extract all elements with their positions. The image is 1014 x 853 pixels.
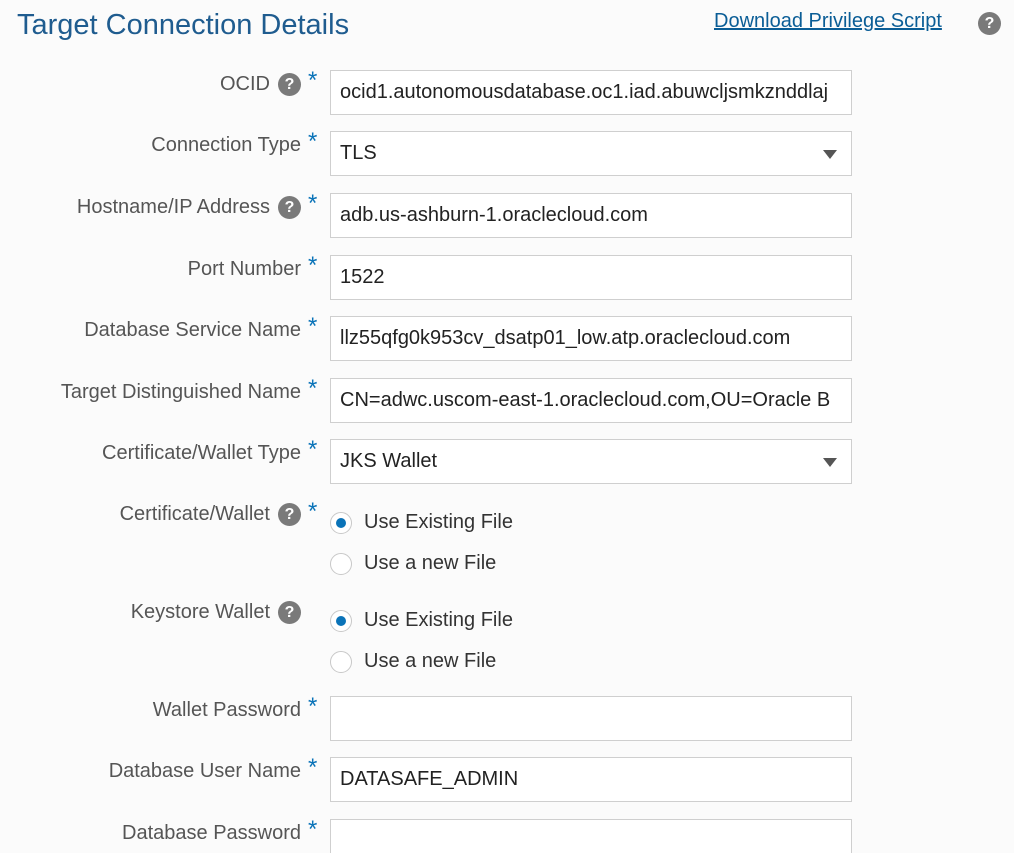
distinguished-name-input[interactable] — [330, 378, 852, 423]
connection-type-select[interactable]: TLS — [330, 131, 852, 176]
wallet-password-label-text: Wallet Password — [152, 699, 301, 721]
required-asterisk: * — [308, 816, 318, 843]
db-password-label-text: Database Password — [122, 822, 301, 844]
required-asterisk: * — [308, 128, 318, 155]
required-asterisk: * — [308, 498, 318, 525]
wallet-password-input-value[interactable] — [340, 697, 842, 740]
radio-checked-icon[interactable] — [330, 511, 352, 534]
db-user-label: Database User Name — [109, 760, 301, 783]
required-asterisk: * — [308, 436, 318, 463]
wallet-type-value: JKS Wallet — [340, 450, 438, 472]
ocid-input[interactable] — [330, 70, 852, 115]
radio-label: Use Existing File — [364, 609, 513, 631]
keystore-wallet-existing-radio[interactable]: Use Existing File — [330, 609, 513, 632]
wallet-type-select[interactable]: JKS Wallet — [330, 439, 852, 484]
radio-unchecked-icon[interactable] — [330, 552, 352, 575]
certificate-wallet-existing-radio[interactable]: Use Existing File — [330, 511, 513, 534]
required-asterisk: * — [308, 754, 318, 781]
service-name-input-value[interactable] — [340, 317, 842, 360]
required-asterisk: * — [308, 693, 318, 720]
db-password-input-value[interactable] — [340, 820, 842, 853]
port-label: Port Number — [188, 258, 301, 281]
wallet-type-label-text: Certificate/Wallet Type — [102, 442, 301, 464]
ocid-input-value[interactable] — [340, 71, 842, 114]
db-user-input[interactable] — [330, 757, 852, 802]
required-asterisk: * — [308, 190, 318, 217]
connection-type-value: TLS — [340, 142, 377, 164]
distinguished-name-label: Target Distinguished Name — [61, 381, 301, 404]
ocid-label: OCID ? — [220, 73, 301, 96]
service-name-label: Database Service Name — [84, 319, 301, 342]
radio-unchecked-icon[interactable] — [330, 650, 352, 673]
wallet-type-label: Certificate/Wallet Type — [102, 442, 301, 465]
required-asterisk: * — [308, 313, 318, 340]
help-icon[interactable]: ? — [278, 196, 301, 219]
service-name-input[interactable] — [330, 316, 852, 361]
hostname-input[interactable] — [330, 193, 852, 238]
connection-type-label: Connection Type — [151, 134, 301, 157]
db-user-label-text: Database User Name — [108, 760, 301, 782]
keystore-wallet-label-text: Keystore Wallet — [130, 601, 270, 623]
radio-label: Use Existing File — [364, 511, 513, 533]
port-input-value[interactable] — [340, 256, 842, 299]
download-privilege-script-link[interactable]: Download Privilege Script — [714, 10, 942, 33]
hostname-input-value[interactable] — [340, 194, 842, 237]
port-label-text: Port Number — [187, 258, 301, 280]
db-user-input-value[interactable] — [340, 758, 842, 801]
help-icon[interactable]: ? — [978, 12, 1001, 35]
help-icon[interactable]: ? — [278, 73, 301, 96]
hostname-label-text: Hostname/IP Address — [76, 196, 270, 218]
db-password-label: Database Password — [122, 822, 301, 845]
chevron-down-icon — [823, 458, 837, 467]
keystore-wallet-label: Keystore Wallet ? — [131, 601, 301, 624]
db-password-input[interactable] — [330, 819, 852, 853]
page-title: Target Connection Details — [17, 9, 350, 41]
distinguished-name-input-value[interactable] — [340, 379, 842, 422]
required-asterisk: * — [308, 67, 318, 94]
radio-label: Use a new File — [364, 552, 497, 574]
radio-label: Use a new File — [364, 650, 497, 672]
wallet-password-label: Wallet Password — [153, 699, 301, 722]
wallet-password-input[interactable] — [330, 696, 852, 741]
ocid-label-text: OCID — [220, 73, 270, 95]
port-input[interactable] — [330, 255, 852, 300]
chevron-down-icon — [823, 150, 837, 159]
radio-checked-icon[interactable] — [330, 609, 352, 632]
help-icon[interactable]: ? — [278, 601, 301, 624]
hostname-label: Hostname/IP Address ? — [77, 196, 301, 219]
required-asterisk: * — [308, 375, 318, 402]
service-name-label-text: Database Service Name — [84, 319, 301, 341]
distinguished-name-label-text: Target Distinguished Name — [60, 381, 301, 403]
help-icon[interactable]: ? — [278, 503, 301, 526]
certificate-wallet-label-text: Certificate/Wallet — [119, 503, 270, 525]
keystore-wallet-new-radio[interactable]: Use a new File — [330, 650, 496, 673]
certificate-wallet-label: Certificate/Wallet ? — [120, 503, 301, 526]
certificate-wallet-new-radio[interactable]: Use a new File — [330, 552, 496, 575]
required-asterisk: * — [308, 252, 318, 279]
connection-type-label-text: Connection Type — [151, 134, 301, 156]
